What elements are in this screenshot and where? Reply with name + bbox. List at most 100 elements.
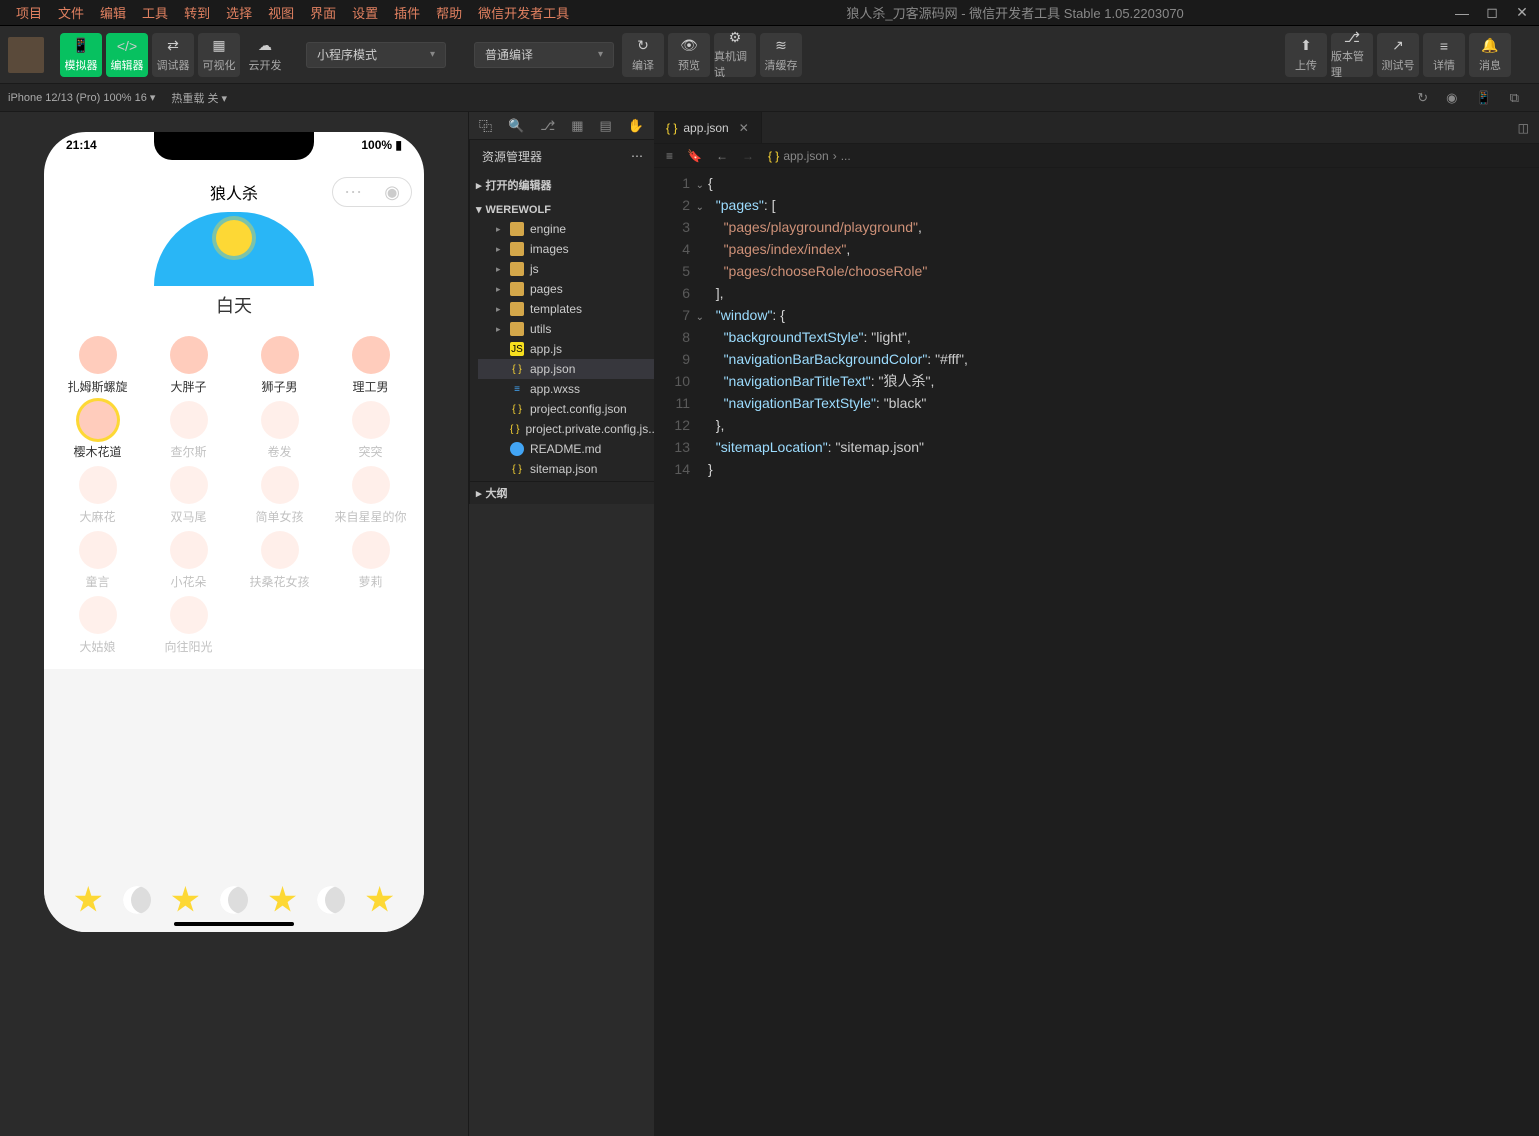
role-item[interactable]: 大麻花 <box>52 466 143 525</box>
branch-icon[interactable]: ⎇ <box>540 118 555 134</box>
compile-dropdown[interactable]: 普通编译▾ <box>474 42 614 68</box>
role-item[interactable]: 向往阳光 <box>143 596 234 655</box>
menu-file[interactable]: 文件 <box>50 3 92 22</box>
tab-close-icon[interactable]: ✕ <box>739 121 749 135</box>
bookmark-icon[interactable]: 🔖 <box>687 149 702 163</box>
close-icon[interactable]: ✕ <box>1513 4 1531 22</box>
hand-icon[interactable]: ✋ <box>628 118 644 134</box>
role-item[interactable]: 双马尾 <box>143 466 234 525</box>
compile-button[interactable]: ↻编译 <box>622 33 664 77</box>
search-icon[interactable]: 🔍 <box>508 118 524 134</box>
menu-wechat-devtools[interactable]: 微信开发者工具 <box>470 3 577 22</box>
menu-tools[interactable]: 工具 <box>134 3 176 22</box>
more-icon[interactable]: ⋯ <box>344 182 362 203</box>
role-item[interactable]: 樱木花道 <box>52 401 143 460</box>
menu-goto[interactable]: 转到 <box>176 3 218 22</box>
forward-icon[interactable]: → <box>742 149 754 163</box>
role-item[interactable]: 扎姆斯螺旋 <box>52 336 143 395</box>
role-item[interactable]: 大姑娘 <box>52 596 143 655</box>
visual-button[interactable]: ▦可视化 <box>198 33 240 77</box>
phase-moon-icon[interactable] <box>317 886 345 914</box>
menu-help[interactable]: 帮助 <box>428 3 470 22</box>
menu-edit[interactable]: 编辑 <box>92 3 134 22</box>
file-item[interactable]: { }sitemap.json <box>478 459 655 479</box>
editor-button[interactable]: </>编辑器 <box>106 33 148 77</box>
outline-section[interactable]: ▸ 大纲 <box>470 482 655 504</box>
menu-view[interactable]: 视图 <box>260 3 302 22</box>
debugger-button[interactable]: ⇄调试器 <box>152 33 194 77</box>
role-item[interactable]: 理工男 <box>325 336 416 395</box>
messages-button[interactable]: 🔔消息 <box>1469 33 1511 77</box>
role-item[interactable]: 来自星星的你 <box>325 466 416 525</box>
code-line[interactable]: } <box>708 458 1539 480</box>
project-section[interactable]: ▾ WEREWOLF <box>470 200 655 219</box>
folder-item[interactable]: images <box>478 239 655 259</box>
folder-item[interactable]: utils <box>478 319 655 339</box>
explorer-more-icon[interactable]: ⋯ <box>631 149 643 163</box>
file-item[interactable]: iREADME.md <box>478 439 655 459</box>
phase-sun-icon[interactable] <box>171 886 199 914</box>
folder-item[interactable]: js <box>478 259 655 279</box>
role-item[interactable]: 简单女孩 <box>234 466 325 525</box>
menu-select[interactable]: 选择 <box>218 3 260 22</box>
user-avatar[interactable] <box>8 37 44 73</box>
mode-dropdown[interactable]: 小程序模式▾ <box>306 42 446 68</box>
capsule-menu[interactable]: ⋯◉ <box>332 177 412 207</box>
code-line[interactable]: "navigationBarTitleText": "狼人杀", <box>708 370 1539 392</box>
popout-icon[interactable]: ⧉ <box>1510 90 1519 106</box>
cloud-button[interactable]: ☁云开发 <box>244 33 286 77</box>
code-line[interactable]: "pages/index/index", <box>708 238 1539 260</box>
menu-plugins[interactable]: 插件 <box>386 3 428 22</box>
test-account-button[interactable]: ↗测试号 <box>1377 33 1419 77</box>
phase-sun-icon[interactable] <box>366 886 394 914</box>
folder-item[interactable]: pages <box>478 279 655 299</box>
phase-sun-icon[interactable] <box>74 886 102 914</box>
code-line[interactable]: "navigationBarTextStyle": "black" <box>708 392 1539 414</box>
code-line[interactable]: "backgroundTextStyle": "light", <box>708 326 1539 348</box>
breadcrumb[interactable]: { } app.json › ... <box>768 149 851 163</box>
db-icon[interactable]: ▤ <box>599 118 611 134</box>
role-item[interactable]: 大胖子 <box>143 336 234 395</box>
preview-button[interactable]: 👁预览 <box>668 33 710 77</box>
role-item[interactable]: 卷发 <box>234 401 325 460</box>
menu-settings[interactable]: 设置 <box>344 3 386 22</box>
device-icon[interactable]: 📱 <box>1476 90 1492 106</box>
upload-button[interactable]: ⬆上传 <box>1285 33 1327 77</box>
hot-reload-toggle[interactable]: 热重载 关 ▾ <box>171 90 227 106</box>
file-item[interactable]: ≡app.wxss <box>478 379 655 399</box>
code-line[interactable]: "pages/chooseRole/chooseRole" <box>708 260 1539 282</box>
file-item[interactable]: JSapp.js <box>478 339 655 359</box>
details-button[interactable]: ≡详情 <box>1423 33 1465 77</box>
file-item[interactable]: { }project.config.json <box>478 399 655 419</box>
folder-item[interactable]: engine <box>478 219 655 239</box>
version-button[interactable]: ⎇版本管理 <box>1331 33 1373 77</box>
code-line[interactable]: "window": { <box>708 304 1539 326</box>
real-device-button[interactable]: ⚙真机调试 <box>714 33 756 77</box>
role-item[interactable]: 小花朵 <box>143 531 234 590</box>
extensions-icon[interactable]: ▦ <box>571 118 583 134</box>
menu-interface[interactable]: 界面 <box>302 3 344 22</box>
role-item[interactable]: 突突 <box>325 401 416 460</box>
maximize-icon[interactable]: ◻ <box>1483 4 1501 22</box>
role-item[interactable]: 童言 <box>52 531 143 590</box>
code-line[interactable]: "sitemapLocation": "sitemap.json" <box>708 436 1539 458</box>
refresh-icon[interactable]: ↻ <box>1417 90 1428 106</box>
phase-moon-icon[interactable] <box>123 886 151 914</box>
minimize-icon[interactable]: — <box>1453 4 1471 22</box>
simulator-button[interactable]: 📱模拟器 <box>60 33 102 77</box>
file-item[interactable]: { }app.json <box>478 359 655 379</box>
split-editor-icon[interactable]: ◫ <box>1508 112 1539 143</box>
code-line[interactable]: "navigationBarBackgroundColor": "#fff", <box>708 348 1539 370</box>
code-line[interactable]: ], <box>708 282 1539 304</box>
device-info[interactable]: iPhone 12/13 (Pro) 100% 16 ▾ <box>8 91 155 104</box>
folder-item[interactable]: templates <box>478 299 655 319</box>
phase-sun-icon[interactable] <box>269 886 297 914</box>
phase-moon-icon[interactable] <box>220 886 248 914</box>
role-item[interactable]: 狮子男 <box>234 336 325 395</box>
role-item[interactable]: 扶桑花女孩 <box>234 531 325 590</box>
code-editor[interactable]: 1⌄ 2⌄ 3456 7⌄ 891011121314 { "pages": [ … <box>654 168 1539 1136</box>
back-icon[interactable]: ← <box>716 149 728 163</box>
open-editors-section[interactable]: ▸ 打开的编辑器 <box>470 174 655 196</box>
role-item[interactable]: 萝莉 <box>325 531 416 590</box>
explorer-icon[interactable]: ⿻ <box>479 116 492 135</box>
